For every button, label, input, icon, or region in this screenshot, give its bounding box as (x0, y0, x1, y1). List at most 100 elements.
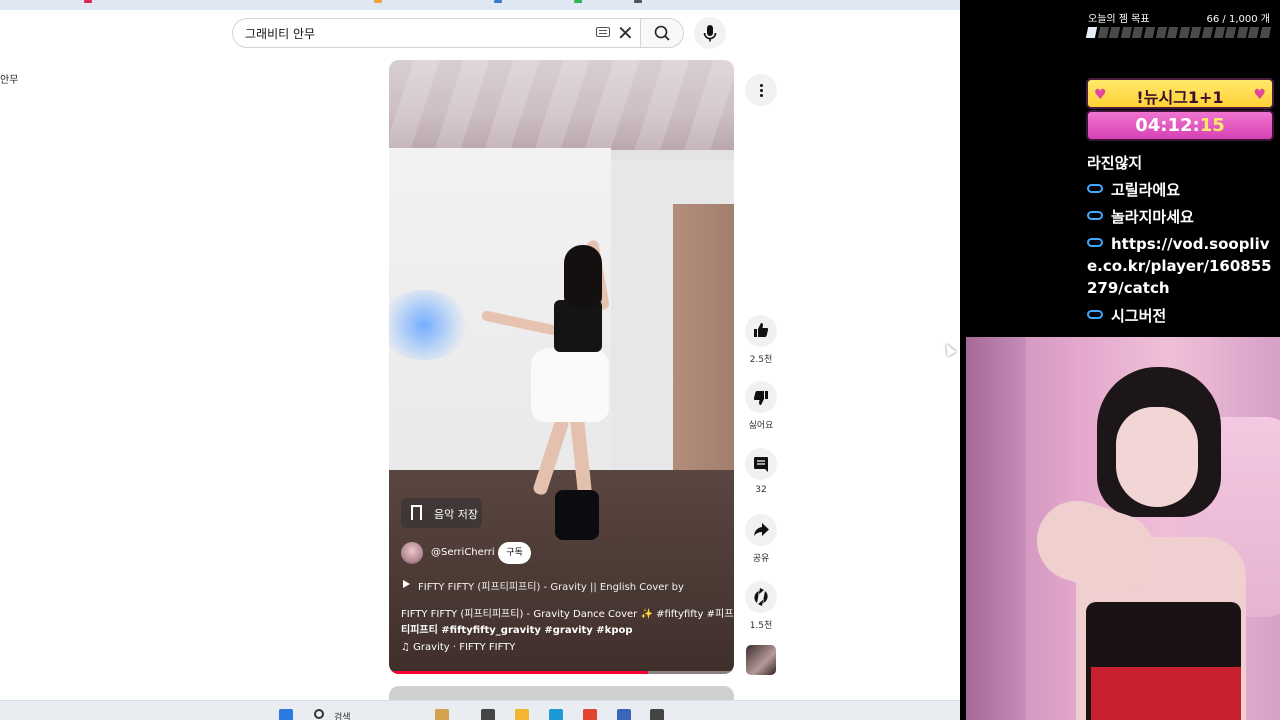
sidebar-snippet-text[interactable]: 안무 (0, 71, 18, 86)
timer-hours-minutes: 04:12: (1135, 115, 1200, 136)
music-credit-text[interactable]: Gravity · FIFTY FIFTY (413, 642, 515, 653)
dancer-figure (564, 245, 602, 307)
music-credit[interactable]: ♫ Gravity · FIFTY FIFTY (401, 642, 515, 653)
comment-icon (754, 457, 768, 472)
channel-name[interactable]: @SerriCherri (431, 547, 495, 558)
folder-icon[interactable] (515, 709, 529, 720)
tab-favicon[interactable] (494, 0, 502, 3)
tab-favicon[interactable] (374, 0, 382, 3)
streamer-figure (1116, 407, 1198, 507)
tab-favicon[interactable] (84, 0, 92, 3)
keyboard-icon[interactable] (596, 27, 610, 37)
video-progress-fill (389, 671, 648, 674)
chat-text: 라진않지 (1087, 154, 1143, 172)
video-hashtags[interactable]: 티피프티 #fiftyfifty_gravity #gravity #kpop (401, 621, 726, 636)
remix-count: 1.5천 (749, 621, 773, 631)
dislike-action[interactable]: 싫어요 (745, 381, 777, 431)
save-music-label: 음악 저장 (434, 508, 478, 521)
goal-segment (1248, 27, 1260, 38)
stream-overlay: 오늘의 젬 목표 66 / 1,000 개 ♥ !뉴시그1+1 ♥ 04:12:… (960, 0, 1280, 337)
taskbar-search-label[interactable]: 검색 (334, 710, 351, 720)
play-icon[interactable] (403, 580, 410, 588)
search-icon (654, 25, 670, 41)
task-view-icon[interactable] (481, 709, 495, 720)
subscribe-button[interactable]: 구독 (498, 542, 531, 564)
goal-segment (1085, 27, 1098, 38)
chat-text: 고릴라에요 (1111, 181, 1181, 199)
voice-search-button[interactable] (694, 17, 726, 49)
webcam-background (966, 337, 1026, 720)
like-action[interactable]: 2.5천 (745, 315, 777, 365)
start-icon[interactable] (279, 709, 293, 720)
search-button[interactable] (640, 18, 684, 48)
goal-segment (1178, 27, 1190, 38)
like-count: 2.5천 (749, 355, 773, 365)
comment-action[interactable]: 32 (745, 448, 777, 495)
chat-message: 놀라지마세요 (1087, 206, 1277, 228)
timer-seconds: 15 (1199, 115, 1225, 136)
goal-segment (1109, 27, 1121, 38)
chat-message: 시그버전 (1087, 305, 1277, 327)
infinity-badge-icon (1087, 211, 1103, 220)
remix-icon (754, 588, 768, 606)
video-scene-ceiling (389, 60, 734, 150)
like-button[interactable] (745, 315, 777, 347)
search-input[interactable]: 그래비티 안무 ✕ (232, 18, 642, 48)
share-button[interactable] (745, 514, 777, 546)
search-query[interactable]: 그래비티 안무 (245, 25, 315, 42)
channel-avatar[interactable] (401, 542, 423, 564)
tab-favicon[interactable] (634, 0, 642, 3)
chrome-icon[interactable] (583, 709, 597, 720)
widget-icon[interactable] (435, 709, 449, 720)
thumbs-up-icon (754, 323, 769, 337)
dancer-figure (554, 300, 602, 352)
video-progress-bar[interactable] (389, 671, 734, 674)
more-vert-icon (760, 89, 763, 92)
calculator-icon[interactable] (650, 709, 664, 720)
remix-button[interactable] (745, 581, 777, 613)
chat-message: 고릴라에요 (1087, 179, 1277, 201)
dancer-figure (555, 490, 599, 540)
shorts-video-player[interactable]: 음악 저장 @SerriCherri 구독 FIFTY FIFTY (피프티피프… (389, 60, 734, 674)
dislike-label: 싫어요 (748, 421, 774, 431)
chat-text: https://vod.sooplive.co.kr/player/160855… (1087, 235, 1272, 297)
goal-segment (1190, 27, 1202, 38)
infinity-badge-icon (1087, 184, 1103, 193)
browser-tab-strip[interactable] (0, 0, 960, 10)
search-icon[interactable] (314, 709, 324, 719)
sound-thumbnail[interactable] (746, 645, 776, 675)
edge-icon[interactable] (549, 709, 563, 720)
clear-search-icon[interactable]: ✕ (617, 21, 634, 45)
goal-segment (1225, 27, 1237, 38)
remix-action[interactable]: 1.5천 (745, 581, 777, 631)
share-icon (754, 523, 769, 536)
chat-text: 시그버전 (1111, 307, 1167, 325)
more-options-button[interactable] (745, 74, 777, 106)
sound-title[interactable]: FIFTY FIFTY (피프티피프티) - Gravity || Englis… (418, 578, 684, 593)
comment-count: 32 (755, 485, 767, 495)
goal-segment (1167, 27, 1179, 38)
goal-segment (1120, 27, 1132, 38)
app-icon[interactable] (617, 709, 631, 720)
chat-message: 라진않지 (1087, 152, 1277, 174)
bookmark-icon (411, 505, 422, 520)
tab-favicon[interactable] (574, 0, 582, 3)
chat-text: 놀라지마세요 (1111, 208, 1194, 226)
promo-text: !뉴시그1+1 (1136, 88, 1224, 107)
goal-segment (1143, 27, 1156, 38)
heart-icon: ♥ (1253, 87, 1266, 103)
save-music-button[interactable]: 음악 저장 (401, 498, 482, 528)
goal-segment (1201, 27, 1214, 38)
streamer-figure (1091, 667, 1241, 720)
more-vert-icon (760, 84, 763, 87)
dislike-button[interactable] (745, 381, 777, 413)
gem-goal-count: 66 / 1,000 개 (1206, 14, 1270, 25)
comment-button[interactable] (745, 448, 777, 480)
gem-goal-progress (1085, 27, 1273, 38)
infinity-badge-icon (1087, 238, 1103, 247)
thumbs-down-icon (753, 391, 768, 405)
video-description[interactable]: FIFTY FIFTY (피프티피프티) - Gravity Dance Cov… (401, 605, 733, 620)
video-scene-door (673, 204, 734, 476)
share-action[interactable]: 공유 (745, 514, 777, 564)
countdown-timer: 04:12:15 (1086, 110, 1274, 141)
